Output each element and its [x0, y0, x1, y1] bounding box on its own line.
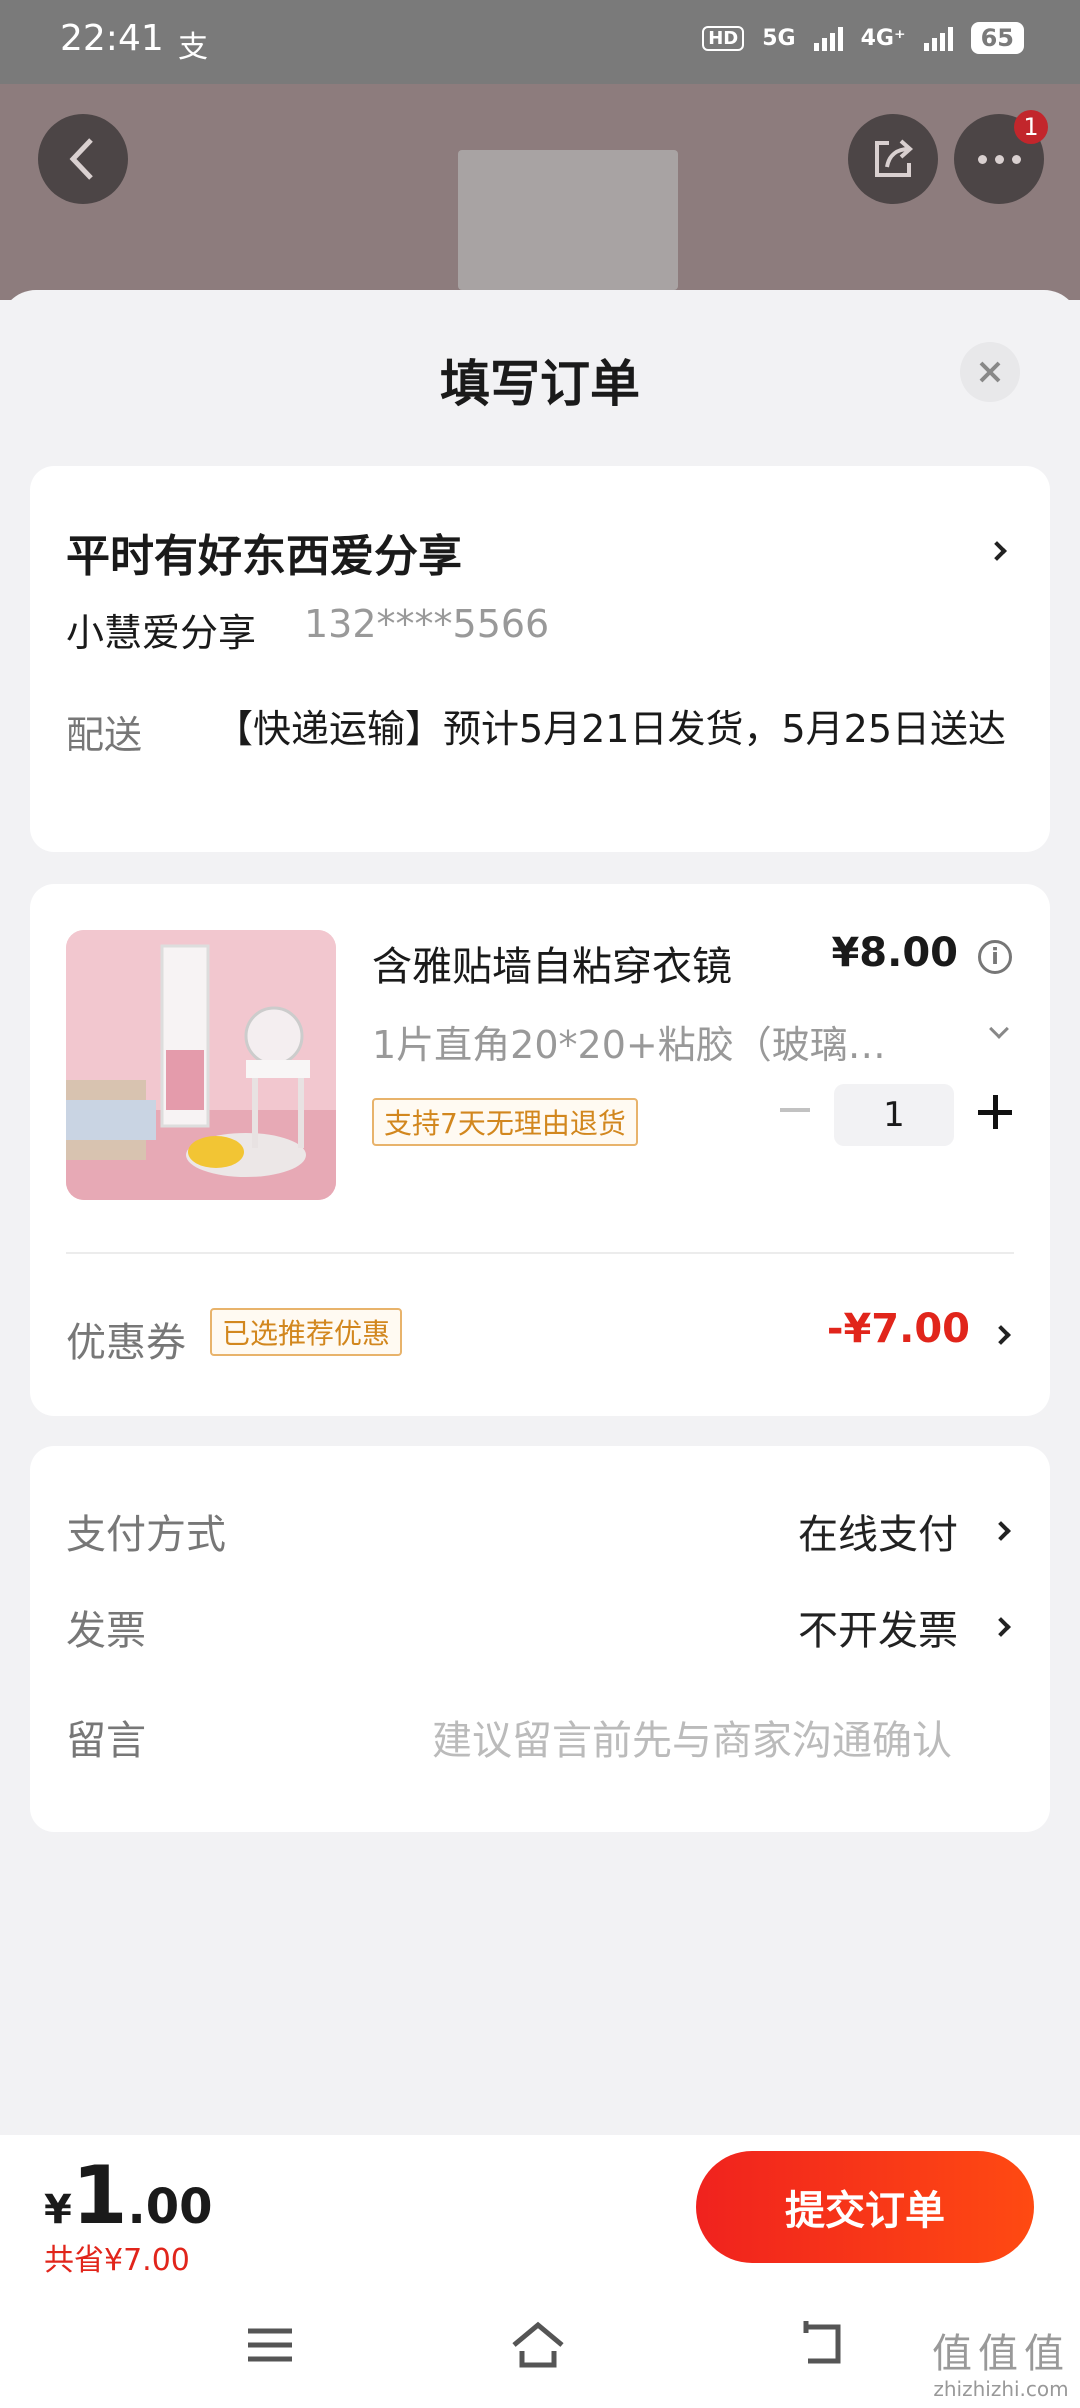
- quantity-decrease-button[interactable]: [780, 1108, 810, 1112]
- more-icon: [977, 154, 1021, 164]
- total-integer: 1: [71, 2149, 128, 2242]
- watermark-logo: 值值值: [932, 2331, 1070, 2377]
- battery-icon: 65: [970, 22, 1024, 54]
- chevron-right-icon[interactable]: [991, 1325, 1011, 1345]
- watermark: 值值值 zhizhizhi.com: [932, 2330, 1070, 2400]
- product-price: ¥8.00: [831, 930, 958, 976]
- sheet-title: 填写订单: [440, 355, 640, 413]
- invoice-label: 发票: [66, 1608, 146, 1654]
- chevron-right-icon[interactable]: [991, 1521, 1011, 1541]
- hd-icon: HD: [702, 25, 745, 51]
- chevron-left-icon: [69, 138, 93, 180]
- payment-method-value[interactable]: 在线支付: [798, 1502, 958, 1560]
- back-button[interactable]: [38, 114, 128, 204]
- close-icon: [979, 361, 1001, 383]
- address-title: 平时有好东西爱分享: [66, 531, 462, 582]
- watermark-url: zhizhizhi.com: [933, 2377, 1069, 2401]
- shipping-text: 【快递运输】预计5月21日发货，5月25日送达: [214, 707, 1006, 751]
- product-spec[interactable]: 1片直角20*20+粘胶（玻璃…: [372, 1014, 932, 1069]
- close-button[interactable]: [960, 342, 1020, 402]
- address-card[interactable]: 平时有好东西爱分享 小慧爱分享 132****5566 配送 【快递运输】预计5…: [30, 466, 1050, 852]
- chevron-down-icon[interactable]: [989, 1019, 1009, 1039]
- menu-icon[interactable]: [240, 2315, 300, 2375]
- product-name: 含雅贴墙自粘穿衣镜: [372, 944, 732, 990]
- quantity-increase-button[interactable]: [978, 1095, 1012, 1129]
- share-icon: [875, 139, 914, 177]
- message-label: 留言: [66, 1718, 146, 1764]
- home-icon[interactable]: [508, 2315, 568, 2375]
- invoice-value[interactable]: 不开发票: [798, 1598, 958, 1656]
- payment-method-label: 支付方式: [66, 1512, 226, 1558]
- more-button[interactable]: 1: [954, 110, 1048, 204]
- signal-icon: [813, 25, 843, 51]
- total-price: ¥ 1 .00: [44, 2149, 213, 2242]
- status-indicators: HD 5G 4G⁺ 65: [702, 22, 1024, 54]
- currency-symbol: ¥: [44, 2187, 72, 2233]
- coupon-value[interactable]: -¥7.00: [827, 1306, 970, 1352]
- coupon-label: 优惠券: [66, 1320, 186, 1366]
- recipient-name: 小慧爱分享: [66, 611, 257, 655]
- order-sheet: 填写订单 平时有好东西爱分享 小慧爱分享 132****5566 配送 【快递运…: [0, 290, 1080, 2135]
- network-5g-icon: 5G: [762, 25, 796, 51]
- status-bar: 22:41 支 HD 5G 4G⁺ 65: [0, 0, 1080, 84]
- return-policy-tag: 支持7天无理由退货: [372, 1098, 638, 1146]
- bottom-bar: ¥ 1 .00 共省¥7.00 提交订单 值值值 zhizhizhi.com: [0, 2135, 1080, 2408]
- divider: [66, 1252, 1014, 1254]
- total-decimal: .00: [127, 2179, 213, 2235]
- info-icon[interactable]: i: [978, 940, 1012, 974]
- back-nav-icon[interactable]: [792, 2315, 852, 2375]
- status-app-icon: 支: [178, 30, 208, 65]
- system-nav-bar: [0, 2295, 1080, 2405]
- coupon-tag: 已选推荐优惠: [210, 1308, 403, 1356]
- status-time: 22:41: [60, 18, 164, 59]
- quantity-input[interactable]: 1: [834, 1084, 954, 1146]
- chevron-right-icon[interactable]: [991, 1617, 1011, 1637]
- network-4g-icon: 4G⁺: [860, 25, 906, 51]
- recipient-phone: 132****5566: [304, 602, 550, 646]
- saved-amount: 共省¥7.00: [44, 2243, 190, 2278]
- payment-card: 支付方式 在线支付 发票 不开发票 留言 建议留言前先与商家沟通确认: [30, 1446, 1050, 1832]
- share-button[interactable]: [848, 114, 938, 204]
- message-input[interactable]: 建议留言前先与商家沟通确认: [432, 1708, 952, 1766]
- product-hero-image: [458, 150, 678, 290]
- submit-order-button[interactable]: 提交订单: [696, 2151, 1034, 2263]
- chevron-right-icon: [987, 541, 1007, 561]
- signal-icon-2: [923, 25, 953, 51]
- product-card: 含雅贴墙自粘穿衣镜 ¥8.00 i 1片直角20*20+粘胶（玻璃… 支持7天无…: [30, 884, 1050, 1416]
- product-image[interactable]: [66, 930, 336, 1200]
- product-photo: [66, 930, 336, 1200]
- shipping-label: 配送: [66, 713, 143, 757]
- notification-badge: 1: [1014, 110, 1048, 144]
